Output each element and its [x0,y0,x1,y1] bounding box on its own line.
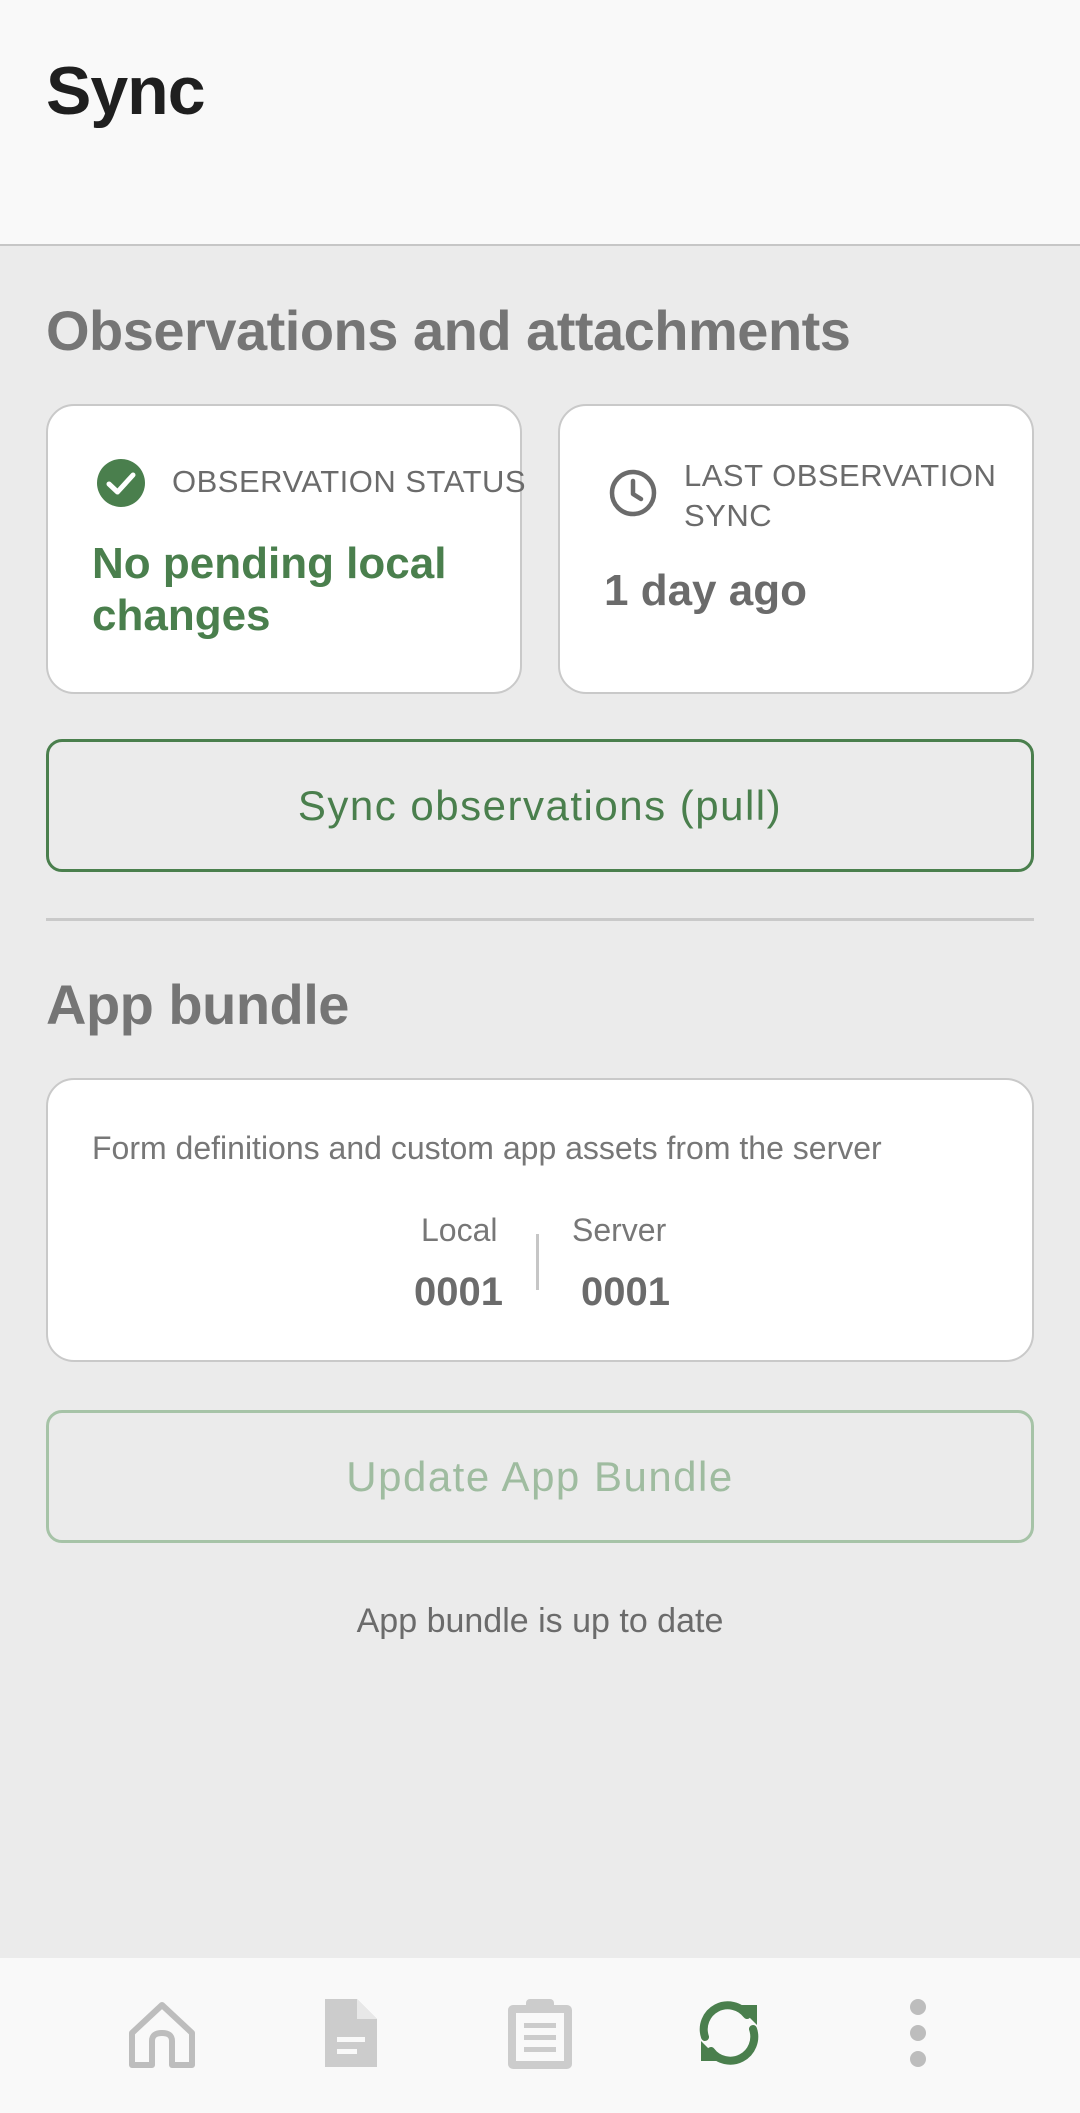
nav-item-clipboard[interactable] [480,1958,600,2113]
home-icon [124,1995,200,2076]
last-sync-label-line2: SYNC [684,498,773,533]
sync-screen: Sync Observations and attachments OBSERV… [0,0,1080,2113]
server-version-value: 0001 [581,1270,670,1314]
nav-item-sync[interactable] [669,1958,789,2113]
app-bundle-section-title: App bundle [46,973,349,1036]
update-app-bundle-button[interactable]: Update App Bundle [46,1410,1034,1543]
sync-icon [691,1995,767,2076]
version-separator [536,1234,539,1290]
app-bundle-card: Form definitions and custom app assets f… [46,1078,1034,1362]
observation-status-label: OBSERVATION STATUS [172,464,527,499]
clipboard-icon [502,1995,578,2076]
nav-item-document[interactable] [291,1958,411,2113]
document-icon [313,1995,389,2076]
app-header: Sync [0,0,1080,246]
last-sync-label-line1: LAST OBSERVATION [684,458,997,493]
server-version-label: Server [572,1212,667,1248]
observation-status-value: No pending local changes [92,539,447,640]
clock-icon [608,468,658,523]
local-version-value: 0001 [414,1270,503,1314]
app-bundle-status-note: App bundle is up to date [356,1602,724,1640]
check-circle-icon [96,458,146,513]
app-bundle-description: Form definitions and custom app assets f… [92,1130,882,1166]
last-sync-card: LAST OBSERVATION SYNC 1 day ago [558,404,1034,694]
local-version-label: Local [421,1212,498,1248]
page-title: Sync [46,53,206,129]
sync-observations-button[interactable]: Sync observations (pull) [46,739,1034,872]
nav-item-home[interactable] [102,1958,222,2113]
observations-section-title: Observations and attachments [46,299,851,362]
nav-item-more[interactable] [858,1958,978,2113]
section-divider [46,918,1034,921]
observation-status-card: OBSERVATION STATUS No pending local chan… [46,404,526,694]
more-vertical-icon [903,1995,933,2076]
bottom-navigation [0,1958,1080,2113]
last-sync-value: 1 day ago [604,566,807,615]
